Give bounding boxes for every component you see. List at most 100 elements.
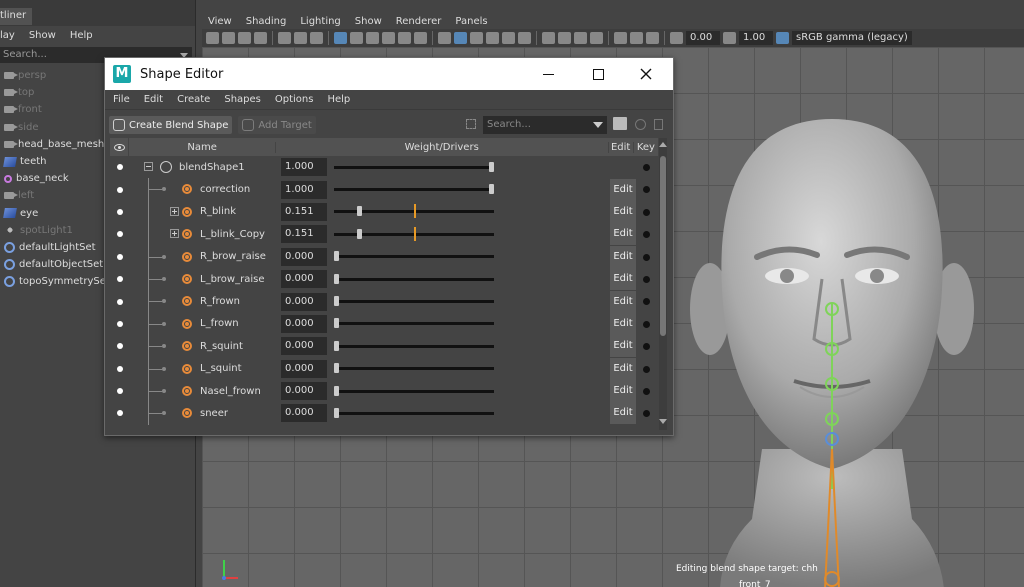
vp-menu-lighting[interactable]: Lighting [300, 16, 340, 27]
wireframe-on-shaded-icon[interactable] [470, 32, 483, 44]
add-target-button[interactable]: Add Target [238, 116, 316, 134]
key-dot[interactable] [643, 320, 650, 328]
shape-editor-titlebar[interactable]: M Shape Editor [105, 58, 673, 90]
target-weight-field[interactable]: 0.000 [281, 314, 327, 333]
visibility-toggle[interactable] [117, 343, 123, 350]
minimize-button[interactable] [525, 58, 571, 90]
scrollbar-thumb[interactable] [660, 156, 666, 336]
target-weight-field[interactable]: 0.000 [281, 292, 327, 311]
select-camera-icon[interactable] [206, 32, 219, 44]
edit-column-header[interactable]: Edit [609, 141, 634, 153]
slider-knob[interactable] [334, 273, 339, 284]
safe-action-icon[interactable] [414, 32, 427, 44]
target-row[interactable]: L_blink_Copy 0.151 Edit [110, 223, 658, 246]
exposure-field[interactable]: 0.00 [686, 31, 720, 45]
target-row[interactable]: Nasel_frown 0.000 Edit [110, 379, 658, 403]
menu-edit[interactable]: Edit [144, 94, 163, 105]
slider-knob[interactable] [334, 296, 339, 307]
key-dot[interactable] [643, 298, 650, 306]
target-weight-field[interactable]: 0.000 [281, 359, 327, 378]
gamma-field[interactable]: 1.00 [739, 31, 773, 45]
wireframe-icon[interactable] [438, 32, 451, 44]
target-weight-field[interactable]: 0.000 [281, 382, 327, 401]
visibility-toggle[interactable] [117, 298, 123, 305]
target-row[interactable]: R_frown 0.000 Edit [110, 290, 658, 313]
target-row[interactable]: L_frown 0.000 Edit [110, 312, 658, 336]
target-weight-slider[interactable] [334, 340, 494, 351]
collapse-toggle[interactable] [144, 162, 153, 171]
target-row[interactable]: R_brow_raise 0.000 Edit [110, 245, 658, 268]
vp-menu-show[interactable]: Show [355, 16, 382, 27]
visibility-column-header[interactable] [110, 138, 130, 156]
target-row[interactable]: correction 1.000 Edit [110, 178, 658, 201]
blend-shape-name[interactable]: blendShape1 [179, 162, 245, 173]
slider-knob[interactable] [334, 363, 339, 374]
create-blend-shape-button[interactable]: Create Blend Shape [109, 116, 233, 134]
menu-shapes[interactable]: Shapes [224, 94, 261, 105]
color-management-icon[interactable] [776, 32, 789, 44]
target-weight-slider[interactable] [334, 363, 494, 374]
target-weight-field[interactable]: 1.000 [281, 180, 327, 199]
target-row[interactable]: R_blink 0.151 Edit [110, 200, 658, 224]
search-dropdown-icon[interactable] [593, 122, 603, 128]
outliner-tab[interactable]: tliner [0, 8, 33, 25]
target-name[interactable]: R_blink [200, 206, 236, 217]
target-weight-field[interactable]: 0.151 [281, 225, 327, 244]
target-weight-slider[interactable] [334, 251, 494, 262]
camera-attributes-icon[interactable] [222, 32, 235, 44]
slider-knob[interactable] [489, 161, 494, 172]
frame-selection-icon[interactable] [466, 119, 476, 129]
expand-toggle[interactable] [170, 206, 179, 216]
resolution-gate-icon[interactable] [366, 32, 379, 44]
weight-column-header[interactable]: Weight/Drivers [276, 141, 609, 153]
shadows-icon[interactable] [518, 32, 531, 44]
screen-space-ao-icon[interactable] [614, 32, 627, 44]
slider-knob[interactable] [334, 407, 339, 418]
menu-help[interactable]: Help [327, 94, 350, 105]
target-weight-slider[interactable] [334, 407, 494, 418]
slider-knob[interactable] [357, 206, 362, 217]
key-dot[interactable] [643, 208, 650, 216]
image-plane-icon[interactable] [254, 32, 267, 44]
target-weight-slider[interactable] [334, 184, 494, 195]
slider-knob[interactable] [357, 228, 362, 239]
target-weight-slider[interactable] [334, 385, 494, 396]
target-name[interactable]: sneer [200, 408, 228, 419]
lights-icon[interactable] [502, 32, 515, 44]
key-dot[interactable] [643, 231, 650, 239]
refresh-icon[interactable] [635, 119, 646, 130]
blend-shape-row[interactable]: blendShape1 1.000 [110, 156, 658, 178]
scroll-up-icon[interactable] [659, 142, 667, 147]
pen-icon[interactable] [310, 32, 323, 44]
visibility-toggle[interactable] [117, 253, 123, 260]
target-name[interactable]: Nasel_frown [200, 386, 261, 397]
target-name[interactable]: R_frown [200, 296, 240, 307]
outliner-menu-display[interactable]: lay [0, 30, 15, 41]
target-row[interactable]: L_squint 0.000 Edit [110, 357, 658, 380]
outliner-menu-show[interactable]: Show [29, 30, 56, 41]
field-chart-icon[interactable] [398, 32, 411, 44]
shape-table-scrollbar[interactable] [659, 138, 667, 430]
slider-knob[interactable] [334, 340, 339, 351]
close-button[interactable] [623, 58, 669, 90]
visibility-toggle[interactable] [117, 186, 123, 193]
slider-knob[interactable] [334, 385, 339, 396]
edit-button[interactable]: Edit [610, 223, 636, 246]
target-weight-field[interactable]: 0.000 [281, 247, 327, 266]
grease-pencil-icon[interactable] [278, 32, 291, 44]
bookmark-icon[interactable] [238, 32, 251, 44]
target-row[interactable]: sneer 0.000 Edit [110, 402, 658, 425]
visibility-toggle[interactable] [117, 164, 123, 171]
film-gate-icon[interactable] [350, 32, 363, 44]
target-name[interactable]: L_brow_raise [200, 274, 265, 285]
visibility-toggle[interactable] [117, 320, 123, 327]
target-name[interactable]: R_brow_raise [200, 251, 266, 262]
menu-file[interactable]: File [113, 94, 130, 105]
edit-button[interactable]: Edit [610, 290, 636, 313]
vp-menu-view[interactable]: View [208, 16, 232, 27]
gate-mask-icon[interactable] [382, 32, 395, 44]
motion-blur-icon[interactable] [630, 32, 643, 44]
vp-menu-renderer[interactable]: Renderer [396, 16, 442, 27]
head-model[interactable] [682, 119, 982, 587]
xray-icon[interactable] [542, 32, 555, 44]
